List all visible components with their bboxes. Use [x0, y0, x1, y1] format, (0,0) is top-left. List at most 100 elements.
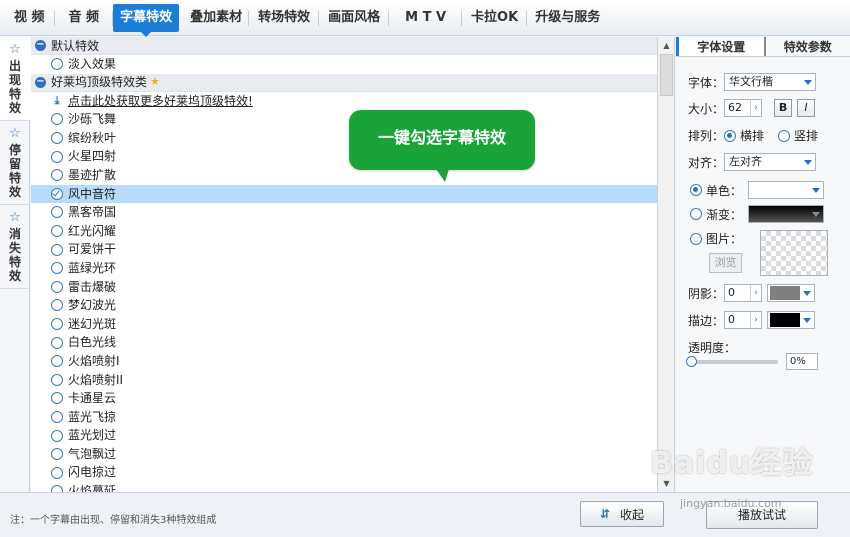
effect-row[interactable]: 墨迹扩散: [31, 166, 657, 185]
tab-video[interactable]: 视 频: [0, 4, 55, 32]
effect-row[interactable]: 红光闪耀: [31, 222, 657, 241]
promo-link[interactable]: 点击此处获取更多好莱坞顶级特效!: [68, 92, 253, 111]
side-tab-appear[interactable]: ☆ 出现特效: [0, 37, 31, 121]
collapse-icon: ⇵: [599, 507, 611, 521]
font-select[interactable]: 华文行楷: [724, 73, 817, 91]
effect-label: 梦幻波光: [68, 298, 117, 313]
effect-row[interactable]: 缤纷秋叶: [31, 129, 657, 148]
effect-row[interactable]: 火焰喷射II: [31, 371, 657, 390]
stroke-color-select[interactable]: [767, 311, 816, 329]
align-select[interactable]: 左对齐: [724, 153, 817, 171]
effect-row[interactable]: 蓝绿光环: [31, 259, 657, 278]
radio-button[interactable]: [51, 113, 63, 126]
tab-mtv[interactable]: M T V: [389, 4, 462, 32]
list-scrollbar[interactable]: ▲ ▼: [658, 37, 675, 492]
radio-button[interactable]: [51, 299, 63, 312]
list-item[interactable]: 淡入效果: [31, 55, 657, 74]
effect-row[interactable]: 卡通星云: [31, 389, 657, 408]
shadow-stepper[interactable]: 0 ›: [724, 284, 763, 302]
radio-button[interactable]: [51, 169, 63, 182]
effect-row[interactable]: 蓝光划过: [31, 426, 657, 445]
radio-button[interactable]: [51, 262, 63, 275]
star-icon: ☆: [9, 126, 21, 141]
italic-button[interactable]: I: [797, 99, 816, 117]
stroke-color-swatch: [770, 313, 801, 327]
scroll-up-arrow-icon[interactable]: ▲: [658, 37, 675, 54]
effect-row[interactable]: 火焰蔓延: [31, 482, 657, 492]
browse-button[interactable]: 浏览: [709, 253, 742, 273]
collapse-icon[interactable]: −: [35, 76, 46, 88]
effect-row[interactable]: 沙砾飞舞: [31, 110, 657, 129]
tab-overlay-material[interactable]: 叠加素材: [183, 4, 250, 32]
chevron-right-icon[interactable]: ›: [750, 312, 761, 328]
shadow-color-select[interactable]: [767, 284, 816, 302]
radio-button[interactable]: [51, 58, 63, 71]
effect-row[interactable]: 蓝光飞掠: [31, 408, 657, 427]
scroll-thumb[interactable]: [660, 54, 673, 96]
group-header-hollywood[interactable]: − 好莱坞顶级特效类 ★: [31, 73, 657, 92]
radio-button[interactable]: [51, 355, 63, 368]
size-stepper[interactable]: 62 ›: [724, 99, 763, 117]
promo-link-row[interactable]: ⤓ 点击此处获取更多好莱坞顶级特效!: [31, 92, 657, 111]
star-arrow-icon: ☆: [9, 42, 21, 57]
radio-vertical[interactable]: [778, 129, 791, 142]
radio-button[interactable]: [51, 485, 63, 492]
radio-solid-color[interactable]: [690, 184, 702, 196]
radio-horizontal[interactable]: [724, 129, 737, 142]
tab-subtitle-effects[interactable]: 字幕特效: [113, 4, 180, 37]
effect-row[interactable]: 雷击爆破: [31, 278, 657, 297]
group-header-default[interactable]: − 默认特效: [31, 37, 657, 55]
radio-button[interactable]: [51, 243, 63, 256]
radio-button[interactable]: [51, 318, 63, 331]
stroke-stepper[interactable]: 0 ›: [724, 311, 763, 329]
effect-row[interactable]: 黑客帝国: [31, 203, 657, 222]
effect-label: 蓝光划过: [68, 428, 117, 443]
radio-button[interactable]: [51, 429, 63, 442]
radio-button[interactable]: [51, 448, 63, 461]
effect-row[interactable]: 风中音符: [31, 184, 657, 204]
tab-upgrade-service[interactable]: 升级与服务: [527, 4, 608, 32]
side-tab-disappear[interactable]: ☆ 消失特效: [0, 205, 30, 289]
tab-picture-style[interactable]: 画面风格: [319, 4, 390, 32]
effect-row[interactable]: 迷幻光斑: [31, 315, 657, 334]
tab-effect-params[interactable]: 特效参数: [763, 37, 850, 56]
effect-row[interactable]: 火星四射: [31, 147, 657, 166]
chevron-right-icon[interactable]: ›: [750, 285, 761, 301]
tab-font-settings[interactable]: 字体设置: [676, 37, 764, 56]
radio-button[interactable]: [51, 280, 63, 293]
side-tab-stay[interactable]: ☆ 停留特效: [0, 121, 30, 205]
radio-button[interactable]: [51, 336, 63, 349]
chevron-down-icon: [812, 188, 821, 193]
effect-row[interactable]: 梦幻波光: [31, 296, 657, 315]
effect-row[interactable]: 白色光线: [31, 333, 657, 352]
radio-button[interactable]: [51, 132, 63, 145]
radio-button[interactable]: [51, 150, 63, 163]
radio-button[interactable]: [51, 466, 63, 479]
tab-karaoke[interactable]: 卡拉OK: [462, 4, 528, 32]
effect-row[interactable]: 可爱饼干: [31, 240, 657, 259]
effect-row[interactable]: 闪电掠过: [31, 463, 657, 482]
chevron-right-icon[interactable]: ›: [750, 100, 761, 116]
effect-row[interactable]: 气泡飘过: [31, 445, 657, 464]
bold-button[interactable]: B: [774, 99, 793, 117]
opacity-value[interactable]: 0%: [786, 353, 818, 370]
size-value: 62: [728, 101, 743, 114]
tab-transition-effects[interactable]: 转场特效: [249, 4, 320, 32]
slider-knob[interactable]: [686, 356, 697, 367]
radio-button[interactable]: [51, 373, 63, 386]
radio-button[interactable]: [51, 225, 63, 238]
radio-image[interactable]: [690, 233, 702, 245]
radio-button[interactable]: [51, 410, 63, 423]
radio-gradient[interactable]: [690, 208, 702, 220]
image-preview: [760, 230, 829, 276]
radio-button[interactable]: [51, 206, 63, 219]
collapse-icon[interactable]: −: [35, 40, 46, 51]
collapse-button[interactable]: ⇵ 收起: [580, 501, 664, 527]
solid-color-select[interactable]: [748, 181, 825, 199]
tab-audio[interactable]: 音 频: [55, 4, 114, 32]
effect-row[interactable]: 火焰喷射I: [31, 352, 657, 371]
radio-button[interactable]: [51, 187, 63, 200]
gradient-select[interactable]: [748, 205, 825, 223]
radio-button[interactable]: [51, 392, 63, 405]
opacity-slider[interactable]: [686, 356, 778, 367]
